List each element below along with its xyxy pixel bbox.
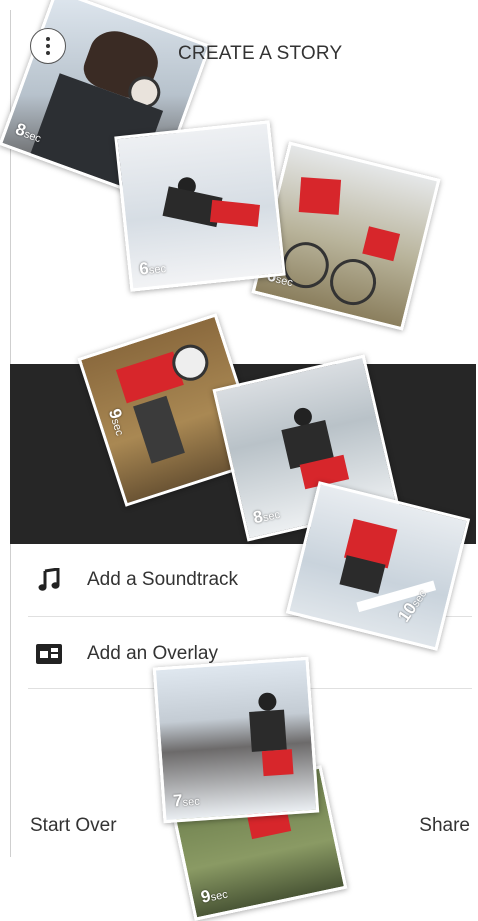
clip-duration: 8sec: [251, 506, 282, 528]
clip-thumbnail[interactable]: 7sec: [152, 656, 320, 824]
add-soundtrack-label: Add a Soundtrack: [87, 569, 239, 590]
clip-duration: 9sec: [199, 886, 229, 907]
add-overlay-label: Add an Overlay: [87, 643, 218, 664]
menu-button[interactable]: [30, 28, 66, 64]
music-note-icon: [36, 567, 62, 593]
overlay-icon: [36, 641, 62, 667]
more-vertical-icon: [46, 37, 50, 55]
clip-duration: 6sec: [138, 258, 167, 279]
start-over-button[interactable]: Start Over: [30, 815, 117, 837]
clip-thumbnail[interactable]: 6sec: [114, 120, 286, 292]
page-title: CREATE A STORY: [178, 43, 343, 64]
clip-duration: 9sec: [104, 406, 126, 438]
clip-duration: 7sec: [172, 790, 201, 811]
share-button[interactable]: Share: [419, 815, 470, 837]
